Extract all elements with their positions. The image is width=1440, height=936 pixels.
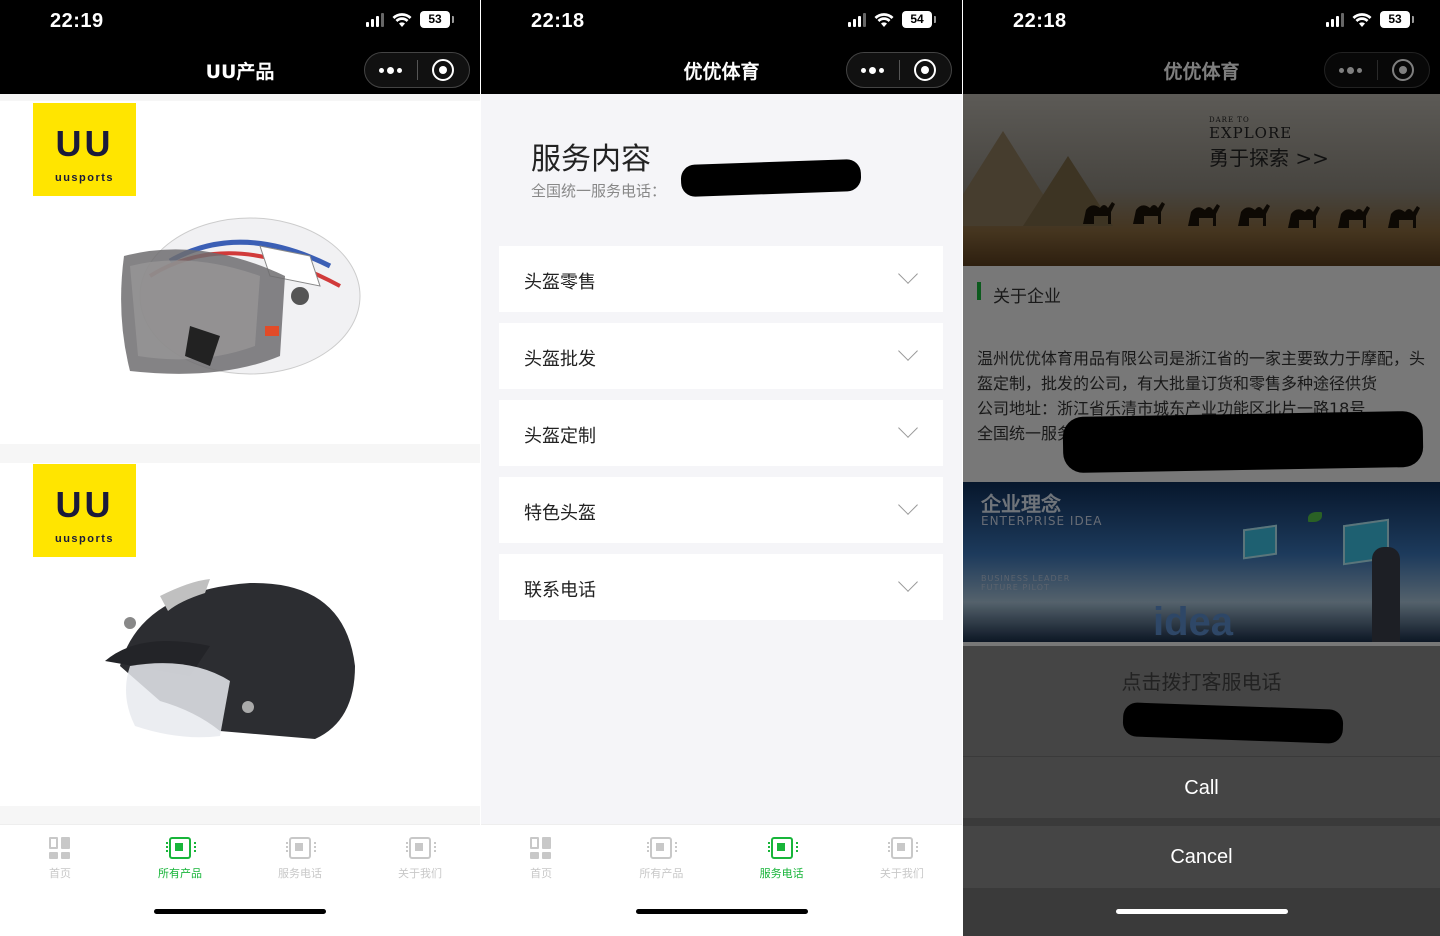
- more-icon: [379, 66, 403, 74]
- battery-icon: 53: [1380, 11, 1414, 28]
- nav-bar: 优优体育: [481, 44, 962, 94]
- more-button[interactable]: [365, 53, 417, 87]
- more-button[interactable]: [847, 53, 899, 87]
- tab-bar: 首页 所有产品 服务电话 关于我们: [0, 824, 480, 936]
- chip-icon: [887, 837, 918, 859]
- brand-logo: UU uusports: [33, 464, 136, 557]
- accordion-item[interactable]: 头盔零售: [499, 246, 943, 312]
- redacted-number: [1122, 702, 1344, 744]
- tab-bar: 首页 所有产品 服务电话 关于我们: [481, 824, 962, 936]
- miniprogram-capsule: [846, 52, 952, 88]
- status-time: 22:19: [50, 10, 104, 32]
- battery-icon: 53: [420, 11, 454, 28]
- tab-home[interactable]: 首页: [481, 825, 601, 887]
- signal-icon: [1326, 12, 1344, 27]
- action-sheet-title: 点击拨打客服电话: [1121, 670, 1282, 694]
- wifi-icon: [874, 12, 894, 27]
- miniprogram-capsule: [364, 52, 470, 88]
- chevron-down-icon: [898, 418, 918, 438]
- target-icon: [432, 59, 455, 81]
- accordion-item[interactable]: 联系电话: [499, 554, 943, 620]
- redacted-phone: [680, 158, 862, 198]
- tab-service-phone[interactable]: 服务电话: [240, 825, 360, 887]
- chip-icon: [767, 837, 798, 859]
- phone-screen-about: 22:18 53 优优体育 DARE TO EXPLORE: [963, 0, 1440, 936]
- tab-about-us[interactable]: 关于我们: [842, 825, 962, 887]
- home-indicator[interactable]: [1115, 909, 1288, 914]
- phone-screen-service: 22:18 54 优优体育 服务内容 全国统一服务电话： 头盔零售 头盔批发 头…: [481, 0, 962, 936]
- tab-home[interactable]: 首页: [0, 825, 120, 887]
- status-bar: 22:18 53: [963, 0, 1440, 44]
- product-card[interactable]: UU uusports: [0, 463, 480, 806]
- call-button[interactable]: Call: [963, 756, 1440, 818]
- home-indicator[interactable]: [154, 909, 326, 914]
- signal-icon: [366, 12, 384, 27]
- grid-icon: [49, 837, 71, 859]
- service-content: 服务内容 全国统一服务电话： 头盔零售 头盔批发 头盔定制 特色头盔 联系电话: [481, 94, 962, 824]
- more-icon: [861, 66, 885, 74]
- tab-service-phone[interactable]: 服务电话: [722, 825, 842, 887]
- battery-icon: 54: [902, 11, 936, 28]
- product-card[interactable]: UU uusports: [0, 101, 480, 444]
- accordion-item[interactable]: 头盔定制: [499, 400, 943, 466]
- chip-icon: [647, 837, 678, 859]
- nav-bar: UU产品: [0, 44, 480, 94]
- product-list[interactable]: UU uusports UU uusports: [0, 94, 480, 824]
- chip-icon: [166, 837, 196, 859]
- cancel-button[interactable]: Cancel: [963, 826, 1440, 888]
- chevron-down-icon: [898, 341, 918, 361]
- chip-icon: [406, 837, 436, 859]
- home-indicator[interactable]: [635, 909, 808, 914]
- close-miniprogram-button[interactable]: [900, 53, 952, 87]
- phone-screen-products: 22:19 53 UU产品 UU uusports UU uusports 首页…: [0, 0, 480, 936]
- signal-icon: [848, 12, 866, 27]
- chip-icon: [286, 837, 316, 859]
- target-icon: [914, 59, 937, 81]
- brand-logo: UU uusports: [33, 103, 136, 196]
- tab-about-us[interactable]: 关于我们: [360, 825, 480, 887]
- status-bar: 22:18 54: [481, 0, 962, 44]
- chevron-down-icon: [898, 572, 918, 592]
- service-phone-label: 全国统一服务电话：: [531, 182, 667, 200]
- section-heading: 服务内容: [531, 142, 651, 177]
- wifi-icon: [392, 12, 412, 27]
- accordion-item[interactable]: 特色头盔: [499, 477, 943, 543]
- chevron-down-icon: [898, 264, 918, 284]
- tab-all-products[interactable]: 所有产品: [120, 825, 240, 887]
- status-bar: 22:19 53: [0, 0, 480, 44]
- status-time: 22:18: [1013, 10, 1067, 32]
- action-sheet: 点击拨打客服电话 0577 Call Cancel: [963, 646, 1440, 936]
- accordion-item[interactable]: 头盔批发: [499, 323, 943, 389]
- close-miniprogram-button[interactable]: [418, 53, 470, 87]
- wifi-icon: [1352, 12, 1372, 27]
- product-image-white-helmet: [121, 217, 361, 375]
- grid-icon: [530, 837, 552, 859]
- tab-all-products[interactable]: 所有产品: [601, 825, 721, 887]
- product-image-black-helmet: [105, 579, 355, 739]
- chevron-down-icon: [898, 495, 918, 515]
- status-time: 22:18: [531, 10, 585, 32]
- screenshot-collage: 22:19 53 UU产品 UU uusports UU uusports 首页…: [0, 0, 1440, 936]
